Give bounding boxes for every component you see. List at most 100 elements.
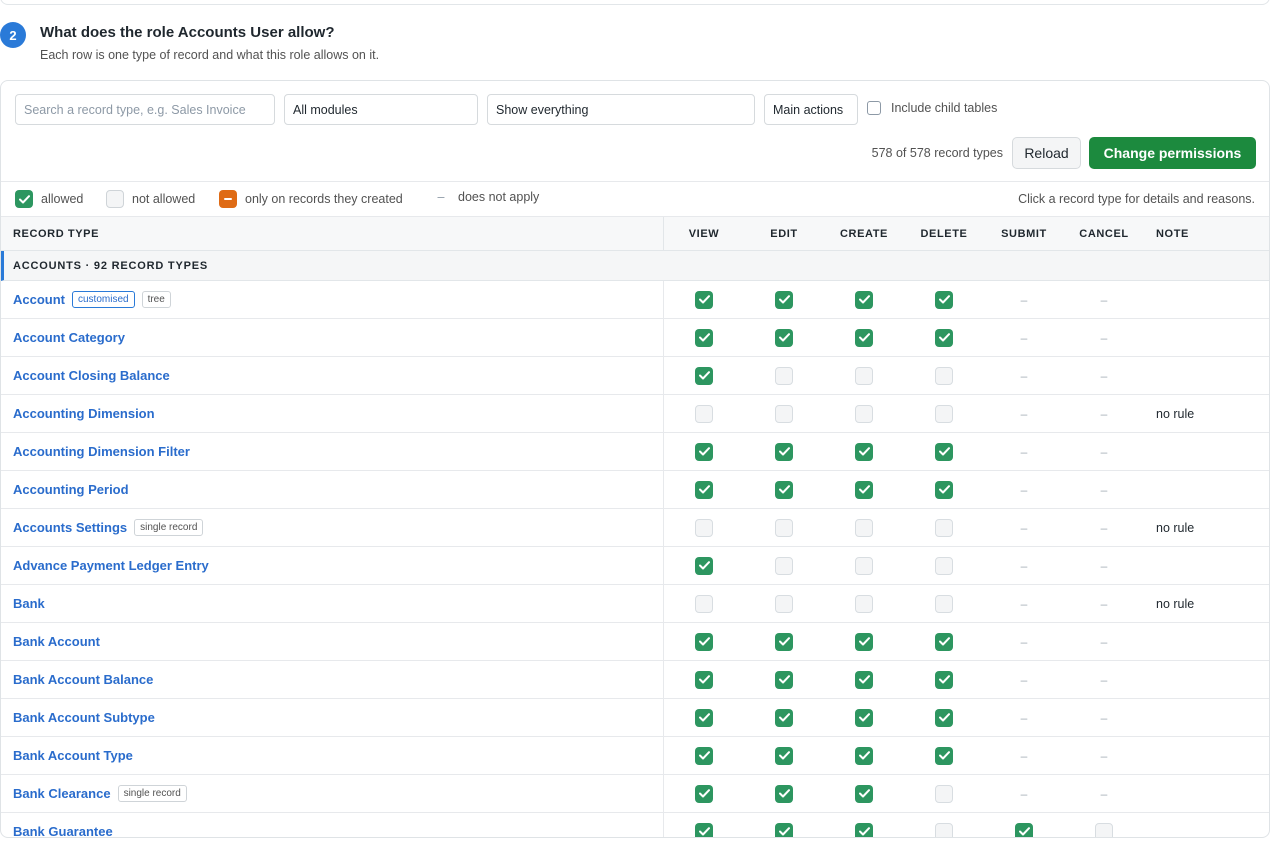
record-type-link[interactable]: Bank Account Type <box>13 748 133 763</box>
allowed-check-icon <box>775 784 793 803</box>
table-row[interactable]: Advance Payment Ledger Entry – – <box>1 547 1269 585</box>
permission-cell-cancel: – <box>1064 699 1144 736</box>
not-applicable-dash-icon: – <box>1100 634 1108 649</box>
legend-not-allowed-label: not allowed <box>132 192 196 206</box>
allowed-check-icon <box>935 746 953 765</box>
permission-cell-cancel: – <box>1064 585 1144 622</box>
allowed-check-icon <box>775 290 793 309</box>
step-header: 2 What does the role Accounts User allow… <box>0 22 1270 72</box>
table-row[interactable]: Account Closing Balance – – <box>1 357 1269 395</box>
table-row[interactable]: Accounting Dimension Filter – – <box>1 433 1269 471</box>
search-input[interactable] <box>15 94 275 125</box>
include-child-tables-checkbox[interactable] <box>867 101 881 115</box>
legend-not-allowed: not allowed <box>106 190 195 208</box>
permission-cell-edit <box>744 319 824 356</box>
record-type-cell: Account Closing Balance <box>13 357 170 394</box>
module-select[interactable]: All modules <box>284 94 478 125</box>
allowed-check-icon <box>695 366 713 385</box>
allowed-check-icon <box>935 632 953 651</box>
column-header-record-type[interactable]: RECORD TYPE <box>13 217 99 251</box>
record-type-badge: single record <box>134 519 204 536</box>
record-type-link[interactable]: Bank Account <box>13 634 100 649</box>
permission-cell-delete <box>904 395 984 432</box>
allowed-check-icon <box>855 480 873 499</box>
permission-cell-delete <box>904 813 984 837</box>
main-actions-button[interactable]: Main actions <box>764 94 858 125</box>
allowed-check-icon <box>695 632 713 651</box>
table-row[interactable]: Accounting Dimension – – no rule <box>1 395 1269 433</box>
permission-cell-delete <box>904 433 984 470</box>
record-count: 578 of 578 record types <box>871 146 1003 160</box>
legend-allowed: allowed <box>15 190 83 208</box>
permission-cell-edit <box>744 775 824 812</box>
permission-cell-view <box>664 623 744 660</box>
table-row[interactable]: Accounts Settings single record – – no rule <box>1 509 1269 547</box>
allowed-check-icon <box>935 328 953 347</box>
not-applicable-dash-icon: – <box>1020 292 1028 307</box>
record-type-link[interactable]: Bank Guarantee <box>13 824 113 837</box>
allowed-check-icon <box>855 822 873 837</box>
permission-cell-delete <box>904 737 984 774</box>
permission-cell-edit <box>744 699 824 736</box>
allowed-check-icon <box>695 746 713 765</box>
record-type-link[interactable]: Accounting Dimension Filter <box>13 444 190 459</box>
not-applicable-dash-icon: – <box>1020 748 1028 763</box>
allowed-check-icon <box>855 290 873 309</box>
record-type-link[interactable]: Bank <box>13 596 45 611</box>
permission-cell-view <box>664 319 744 356</box>
permission-cell-submit: – <box>984 395 1064 432</box>
permission-cell-create <box>824 547 904 584</box>
row-note: no rule <box>1156 520 1195 535</box>
allowed-check-icon <box>935 290 953 309</box>
permission-cell-view <box>664 737 744 774</box>
group-header-accounts[interactable]: ACCOUNTS · 92 RECORD TYPES <box>1 251 1269 281</box>
not-allowed-box-icon <box>695 594 713 613</box>
record-type-link[interactable]: Bank Account Balance <box>13 672 153 687</box>
table-row[interactable]: Accounting Period – – <box>1 471 1269 509</box>
not-applicable-dash-icon: – <box>1020 406 1028 421</box>
record-type-link[interactable]: Bank Clearance <box>13 786 111 801</box>
change-permissions-button[interactable]: Change permissions <box>1089 137 1256 169</box>
permission-cell-delete <box>904 775 984 812</box>
permission-cell-cancel: – <box>1064 471 1144 508</box>
permission-cell-create <box>824 585 904 622</box>
allowed-check-icon <box>775 480 793 499</box>
table-row[interactable]: Bank Account Balance – – <box>1 661 1269 699</box>
table-row[interactable]: Bank Guarantee <box>1 813 1269 837</box>
not-allowed-box-icon <box>935 784 953 803</box>
table-row[interactable]: Account Category – – <box>1 319 1269 357</box>
record-type-link[interactable]: Accounting Period <box>13 482 129 497</box>
not-applicable-dash-icon: – <box>1100 444 1108 459</box>
table-row[interactable]: Bank Clearance single record – – <box>1 775 1269 813</box>
record-type-link[interactable]: Advance Payment Ledger Entry <box>13 558 209 573</box>
record-type-cell: Accounting Period <box>13 471 129 508</box>
not-allowed-box-icon <box>855 366 873 385</box>
record-type-link[interactable]: Accounts Settings <box>13 520 127 535</box>
not-allowed-box-icon <box>935 556 953 575</box>
include-child-tables-toggle[interactable]: Include child tables <box>867 101 997 115</box>
record-type-link[interactable]: Account <box>13 292 65 307</box>
column-header-view: VIEW <box>688 228 720 240</box>
table-row[interactable]: Account customised tree – – <box>1 281 1269 319</box>
record-type-link[interactable]: Accounting Dimension <box>13 406 155 421</box>
not-allowed-box-icon <box>855 594 873 613</box>
show-filter-select[interactable]: Show everything <box>487 94 755 125</box>
column-header-create: CREATE <box>839 228 888 240</box>
table-row[interactable]: Bank Account Subtype – – <box>1 699 1269 737</box>
allowed-check-icon <box>855 670 873 689</box>
table-row[interactable]: Bank – – no rule <box>1 585 1269 623</box>
legend: allowed not allowed only on records they… <box>1 182 1269 217</box>
permission-cell-cancel: – <box>1064 357 1144 394</box>
table-row[interactable]: Bank Account – – <box>1 623 1269 661</box>
record-type-list: Account customised tree – – Account Category –… <box>1 281 1269 837</box>
permission-cell-view <box>664 775 744 812</box>
record-type-link[interactable]: Account Closing Balance <box>13 368 170 383</box>
record-type-link[interactable]: Account Category <box>13 330 125 345</box>
reload-button[interactable]: Reload <box>1012 137 1081 169</box>
allowed-check-icon <box>695 480 713 499</box>
table-row[interactable]: Bank Account Type – – <box>1 737 1269 775</box>
permission-cell-submit: – <box>984 699 1064 736</box>
record-type-link[interactable]: Bank Account Subtype <box>13 710 155 725</box>
permission-cell-create <box>824 775 904 812</box>
allowed-check-icon <box>695 708 713 727</box>
